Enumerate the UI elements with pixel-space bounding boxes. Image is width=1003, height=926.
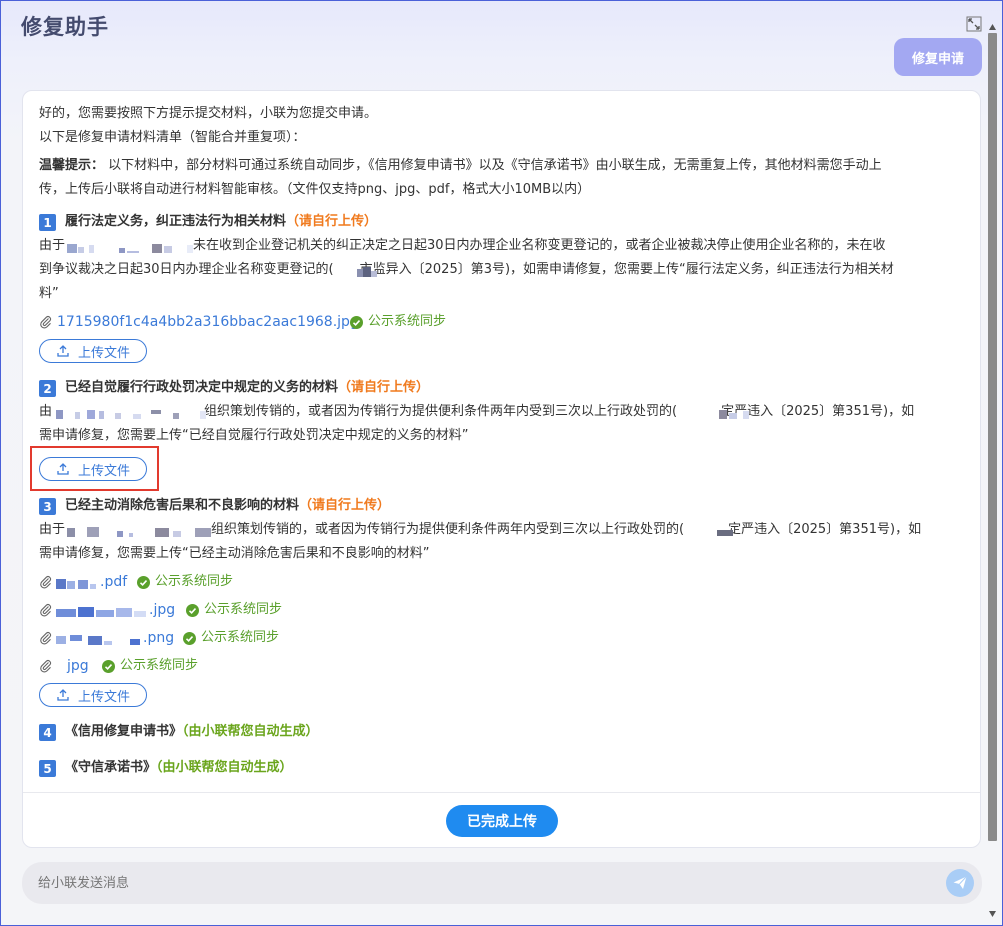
tip-line-2: 传，上传后小联将自动进行材料智能审核。（文件仅支持png、jpg、pdf，格式大… [39,182,591,197]
upload-file-label: 上传文件 [77,345,130,361]
check-circle-icon [137,576,150,589]
file-link[interactable]: .jpg [149,601,175,619]
section-1-desc-3: 料” [39,286,59,301]
section-3-tag: （请自行上传） [299,498,391,513]
upload-file-label: 上传文件 [77,689,130,705]
upload-file-button[interactable]: 上传文件 [39,457,147,481]
sync-status: 公示系统同步 [204,602,283,617]
section-1-desc-1a: 由于 [39,238,66,253]
section-3-title-text: 已经主动消除危害后果和不良影响的材料 [65,498,300,513]
paperclip-icon [40,576,52,589]
section-4-tag: （由小联帮您自动生成） [182,724,319,739]
section-4-number: 4 [39,724,56,741]
scroll-down-arrow-icon[interactable] [988,910,997,918]
section-2-desc-1a: 由 [39,404,53,419]
sync-status: 公示系统同步 [201,630,280,645]
upload-icon [57,463,69,475]
send-icon [953,876,967,889]
chat-input[interactable] [22,862,982,904]
upload-file-button[interactable]: 上传文件 [39,339,147,363]
section-5-number: 5 [39,760,56,777]
paperclip-icon [40,632,52,645]
upload-icon [57,689,69,701]
sync-status: 公示系统同步 [368,314,447,329]
section-3-title: 已经主动消除危害后果和不良影响的材料（请自行上传） [65,497,390,515]
section-1-tag: （请自行上传） [286,214,378,229]
section-1-title-text: 履行法定义务，纠正违法行为相关材料 [65,214,287,229]
intro-line-1: 好的，您需要按照下方提示提交材料，小联为您提交申请。 [39,106,378,121]
section-1-desc-2: 到争议裁决之日起30日内办理企业名称变更登记的( 市监异入〔2025〕第3号)，如… [39,261,894,279]
tip-text: 以下材料中，部分材料可通过系统自动同步，《信用修复申请书》以及《守信承诺书》由小… [104,158,882,173]
section-3-desc-1c: 定严违入〔2025〕第351号)，如 [728,522,922,537]
section-5-title-text: 《守信承诺书》 [65,760,157,775]
redacted-blur [56,631,142,645]
redacted-blur [55,405,207,419]
check-circle-icon [183,632,196,645]
file-link[interactable]: .pdf [100,573,127,591]
section-1-desc-2b: 市监异入〔2025〕第3号)，如需申请修复，您需要上传“履行法定义务，纠正违法行… [359,262,894,277]
upload-icon [57,345,69,357]
done-upload-button[interactable]: 已完成上传 [446,805,558,837]
section-5-title: 《守信承诺书》（由小联帮您自动生成） [65,759,293,777]
tip-line-1: 温馨提示： 以下材料中，部分材料可通过系统自动同步，《信用修复申请书》以及《守信… [39,157,882,175]
sync-status: 公示系统同步 [155,574,234,589]
window-title: 修复助手 [21,15,109,39]
check-circle-icon [186,604,199,617]
section-1-desc-1b: 未在收到企业登记机关的纠正决定之日起30日内办理企业名称变更登记的，或者企业被裁… [193,238,886,253]
section-5-tag: （由小联帮您自动生成） [156,760,293,775]
section-2-desc-2: 需申请修复，您需要上传“已经自觉履行行政处罚决定中规定的义务的材料” [39,428,469,443]
sync-status: 公示系统同步 [120,658,199,673]
section-4-title-text: 《信用修复申请书》 [65,724,183,739]
redacted-blur [56,603,148,617]
expand-icon[interactable] [966,16,982,32]
send-button[interactable] [946,869,974,897]
intro-line-2: 以下是修复申请材料清单（智能合并重复项）： [39,130,306,145]
redacted-blur [67,523,213,537]
upload-file-label: 上传文件 [77,463,130,479]
section-2-tag: （请自行上传） [338,380,430,395]
user-message-bubble: 修复申请 [894,38,982,76]
section-2-title-text: 已经自觉履行行政处罚决定中规定的义务的材料 [65,380,339,395]
paperclip-icon [40,316,52,329]
redacted-blur [56,575,98,589]
scroll-up-arrow-icon[interactable] [988,23,997,31]
section-4-title: 《信用修复申请书》（由小联帮您自动生成） [65,723,319,741]
tip-label: 温馨提示： [39,158,105,173]
paperclip-icon [40,660,52,673]
redacted-blur [713,405,757,419]
section-2-number: 2 [39,380,56,397]
upload-file-button[interactable]: 上传文件 [39,683,147,707]
redacted-blur [67,239,197,253]
redacted-blur [713,523,757,536]
file-link[interactable]: jpg [67,657,89,675]
section-3-desc-1a: 由于 [39,522,66,537]
check-circle-icon [102,660,115,673]
divider [23,792,980,793]
file-link[interactable]: 1715980f1c4a4bb2a316bbac2aac1968.jpg [57,313,359,331]
section-1-number: 1 [39,214,56,231]
section-1-desc-2a: 到争议裁决之日起30日内办理企业名称变更登记的( [39,262,334,277]
paperclip-icon [40,604,52,617]
section-2-title: 已经自觉履行行政处罚决定中规定的义务的材料（请自行上传） [65,379,429,397]
redacted-blur [357,263,383,277]
section-3-desc-2: 需申请修复，您需要上传“已经主动消除危害后果和不良影响的材料” [39,546,430,561]
section-3-number: 3 [39,498,56,515]
check-circle-icon [350,316,363,329]
scrollbar-thumb[interactable] [988,33,997,841]
section-3-desc-1b: 组织策划传销的，或者因为传销行为提供便利条件两年内受到三次以上行政处罚的( [211,522,685,537]
section-1-title: 履行法定义务，纠正违法行为相关材料（请自行上传） [65,213,377,231]
section-2-desc-1b: 组织策划传销的，或者因为传销行为提供便利条件两年内受到三次以上行政处罚的( [204,404,678,419]
file-link[interactable]: .png [143,629,174,647]
